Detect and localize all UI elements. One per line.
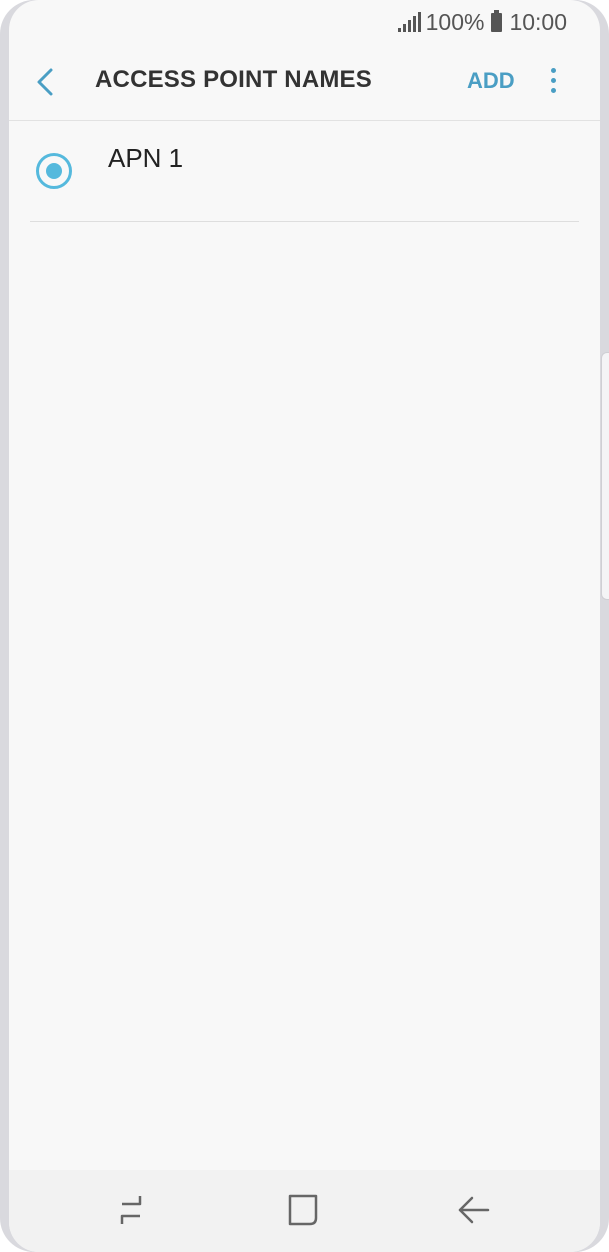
edge-panel-handle[interactable] [601,352,609,600]
more-options-button[interactable] [542,66,566,96]
signal-icon [397,12,421,32]
battery-icon [491,9,503,32]
home-button[interactable] [283,1190,323,1230]
divider [30,221,579,222]
recent-apps-icon [120,1196,142,1224]
home-icon [288,1194,318,1226]
battery-percentage: 100% [425,8,485,35]
recent-apps-button[interactable] [112,1190,152,1230]
status-icons: 100% 10:00 [397,8,567,36]
back-button[interactable] [31,64,61,100]
apn-name: APN 1 [108,143,184,173]
list-item-apn-1[interactable]: APN 1 [9,121,600,221]
radio-button-selected[interactable] [36,153,72,189]
page-title: ACCESS POINT NAMES [95,66,372,93]
add-button[interactable]: ADD [467,68,515,94]
chevron-left-icon [37,68,53,96]
radio-dot [46,163,62,179]
back-nav-button[interactable] [454,1190,494,1230]
status-bar: 100% 10:00 [9,0,600,44]
navigation-bar [9,1170,600,1252]
app-bar: ACCESS POINT NAMES ADD [9,44,600,121]
device-frame: 100% 10:00 ACCESS POINT NAMES ADD APN 1 [0,0,609,1252]
back-arrow-icon [458,1196,490,1224]
screen: 100% 10:00 ACCESS POINT NAMES ADD APN 1 [9,0,600,1252]
clock: 10:00 [509,8,567,35]
